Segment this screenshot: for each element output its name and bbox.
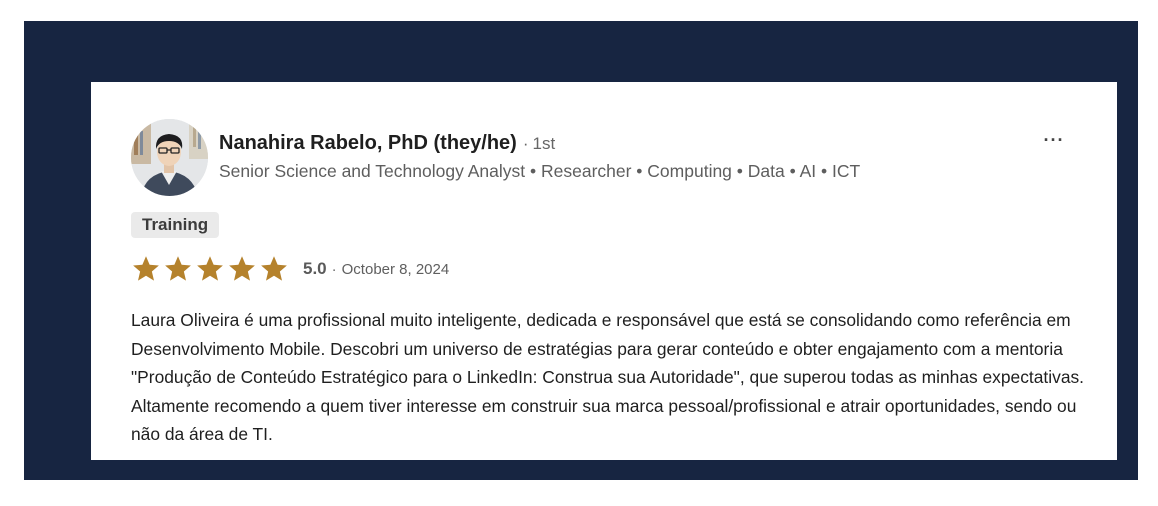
star-icon [261,256,287,281]
star-icon [165,256,191,281]
star-rating [131,254,291,284]
reviewer-name-line: Nanahira Rabelo, PhD (they/he) · 1st [219,132,860,155]
rating-row: 5.0 · October 8, 2024 [131,254,449,284]
service-tag: Training [131,212,220,238]
avatar-photo [131,119,208,196]
star-icon [197,256,223,281]
reviewer-name[interactable]: Nanahira Rabelo, PhD (they/he) [219,132,517,155]
connection-degree: 1st [532,134,556,153]
reviewer-header: Nanahira Rabelo, PhD (they/he) · 1st Sen… [219,132,860,182]
service-tag-label: Training [142,215,209,234]
screenshot-frame: Nanahira Rabelo, PhD (they/he) · 1st Sen… [24,21,1138,480]
reviewer-headline: Senior Science and Technology Analyst • … [219,161,861,181]
star-icon [133,256,159,281]
rating-score: 5.0 [303,259,327,278]
avatar[interactable] [131,119,208,196]
more-options-button[interactable]: ··· [1038,128,1070,152]
review-text: Laura Oliveira é uma profissional muito … [131,310,1085,444]
degree-separator: · [522,134,529,153]
review-date: October 8, 2024 [341,260,450,278]
recommendation-card: Nanahira Rabelo, PhD (they/he) · 1st Sen… [91,82,1117,460]
rating-separator: · [331,260,337,278]
more-horizontal-icon: ··· [1043,129,1065,150]
star-icon [229,256,255,281]
